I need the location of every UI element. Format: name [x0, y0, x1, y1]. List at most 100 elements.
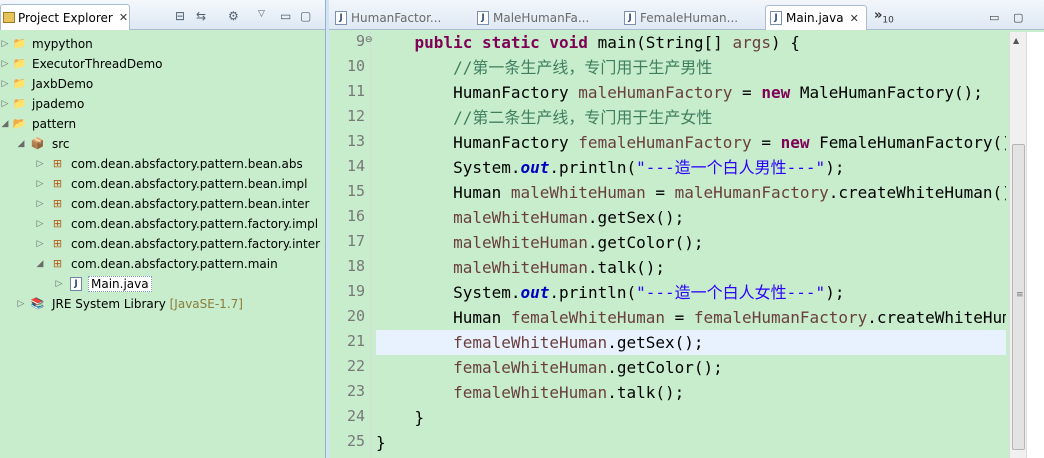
package-icon: ⊞ [52, 257, 63, 270]
maximize-icon[interactable]: ▢ [1013, 11, 1023, 24]
view-menu-icon[interactable]: ▽ [258, 9, 265, 19]
close-icon[interactable]: ✕ [119, 11, 128, 24]
chevron-right-icon[interactable]: ▷ [35, 219, 45, 229]
project-icon: 📁 [12, 37, 27, 50]
maximize-icon[interactable]: ▢ [300, 9, 311, 23]
code-line[interactable]: public static void main(String[] args) { [376, 32, 1006, 55]
project-explorer-tabbar: Project Explorer ✕ ⊟ ⇆ ⚙ ▽ ▭ ▢ [0, 0, 325, 30]
tree-item-mypython[interactable]: ▷ 📁 mypython [0, 34, 325, 54]
code-line[interactable]: HumanFactory femaleHumanFactory = new Fe… [376, 130, 1006, 155]
chevron-right-icon[interactable]: ▷ [0, 79, 10, 89]
tab-overflow-count: 10 [882, 15, 894, 26]
line-number: 16 [346, 207, 365, 225]
code-editor-panel: J HumanFactor... J MaleHumanFa... J Fema… [329, 0, 1044, 458]
code-line[interactable]: Human femaleWhiteHuman = femaleHumanFact… [376, 305, 1006, 330]
line-number: 23 [346, 382, 365, 400]
code-line[interactable]: } [376, 430, 1006, 455]
chevron-down-icon[interactable]: ◢ [35, 259, 45, 269]
code-line[interactable]: Human maleWhiteHuman = maleHumanFactory.… [376, 180, 1006, 205]
project-icon: 📁 [12, 57, 27, 70]
code-line[interactable]: maleWhiteHuman.talk(); [376, 255, 1006, 280]
tree-item-executorthreaddemo[interactable]: ▷ 📁 ExecutorThreadDemo [0, 54, 325, 74]
tree-item-label: com.dean.absfactory.pattern.bean.inter [71, 197, 310, 211]
tree-item-main-java[interactable]: ▷ J Main.java [0, 274, 325, 294]
link-with-editor-icon[interactable]: ⇆ [196, 9, 206, 23]
tree-item-label: com.dean.absfactory.pattern.main [71, 257, 278, 271]
tree-item-label: JaxbDemo [32, 77, 94, 91]
chevron-right-icon[interactable]: ▷ [35, 239, 45, 249]
tree-item-label: com.dean.absfactory.pattern.bean.abs [71, 157, 303, 171]
code-line[interactable]: } [376, 405, 1006, 430]
project-icon: 📂 [12, 117, 27, 130]
tree-item-label: com.dean.absfactory.pattern.bean.impl [71, 177, 308, 191]
close-icon[interactable]: ✕ [850, 12, 859, 25]
code-line[interactable]: System.out.println("---造一个白人男性---"); [376, 155, 1006, 180]
tab-project-explorer-label: Project Explorer [18, 10, 113, 25]
tree-item-label: JRE System Library [JavaSE-1.7] [52, 297, 243, 311]
tree-item-package[interactable]: ◢ ⊞ com.dean.absfactory.pattern.main [0, 254, 325, 274]
vertical-scrollbar[interactable]: ▲ ≡ [1009, 32, 1026, 458]
tree-item-package[interactable]: ▷ ⊞ com.dean.absfactory.pattern.factory.… [0, 234, 325, 254]
tree-item-jre-system-library[interactable]: ▷ 📚 JRE System Library [JavaSE-1.7] [0, 294, 325, 314]
line-number: 18 [346, 257, 365, 275]
code-line[interactable]: //第二条生产线，专门用于生产女性 [376, 105, 1006, 130]
chevron-right-icon[interactable]: ▷ [0, 39, 10, 49]
tree-item-package[interactable]: ▷ ⊞ com.dean.absfactory.pattern.bean.abs [0, 154, 325, 174]
minimize-icon[interactable]: ▭ [280, 9, 291, 23]
tree-item-package[interactable]: ▷ ⊞ com.dean.absfactory.pattern.bean.imp… [0, 174, 325, 194]
tree-item-label: src [52, 137, 70, 151]
tree-item-src[interactable]: ◢ 📦 src [0, 134, 325, 154]
fold-collapse-icon[interactable]: ⊖ [365, 35, 373, 45]
line-number: 24 [346, 407, 365, 425]
current-code-line[interactable]: femaleWhiteHuman.getSex(); [376, 330, 1006, 355]
chevron-down-icon[interactable]: ◢ [16, 139, 26, 149]
package-icon: ⊞ [52, 217, 63, 230]
code-line[interactable]: femaleWhiteHuman.getColor(); [376, 355, 1006, 380]
chevron-right-icon[interactable]: ▷ [35, 179, 45, 189]
tab-project-explorer[interactable]: Project Explorer ✕ [0, 4, 130, 30]
line-number-gutter: 9 ⊖ 10 11 12 13 14 15 16 17 18 19 20 21 22 23 24 25 [329, 32, 373, 458]
tab-overflow-button[interactable]: »10 [874, 8, 894, 26]
scroll-up-icon[interactable]: ▲ [1013, 36, 1019, 45]
collapse-all-icon[interactable]: ⊟ [175, 9, 185, 23]
tree-item-jaxbdemo[interactable]: ▷ 📁 JaxbDemo [0, 74, 325, 94]
code-area[interactable]: public static void main(String[] args) {… [376, 32, 1006, 458]
chevron-right-icon[interactable]: ▷ [0, 99, 10, 109]
library-name: JRE System Library [52, 297, 166, 311]
chevron-right-icon[interactable]: ▷ [35, 199, 45, 209]
tab-humanfactory[interactable]: J HumanFactor... [335, 5, 441, 30]
tab-label: Main.java [786, 11, 844, 25]
scrollbar-thumb[interactable]: ≡ [1012, 144, 1025, 450]
code-line[interactable]: femaleWhiteHuman.talk(); [376, 380, 1006, 405]
minimize-icon[interactable]: ▭ [989, 11, 999, 24]
line-number: 19 [346, 282, 365, 300]
chevron-right-icon[interactable]: ▷ [54, 279, 64, 289]
library-decoration: [JavaSE-1.7] [169, 297, 243, 311]
tree-item-label: com.dean.absfactory.pattern.factory.impl [71, 217, 319, 231]
filter-icon[interactable]: ⚙ [228, 9, 239, 23]
chevron-down-icon[interactable]: ◢ [0, 119, 10, 129]
package-icon: ⊞ [52, 157, 63, 170]
project-icon: 📁 [12, 97, 27, 110]
code-line[interactable]: //第一条生产线，专门用于生产男性 [376, 55, 1006, 80]
chevron-right-icon[interactable]: ▷ [0, 59, 10, 69]
code-line[interactable]: System.out.println("---造一个白人女性---"); [376, 280, 1006, 305]
code-line[interactable]: maleWhiteHuman.getSex(); [376, 205, 1006, 230]
chevron-right-icon[interactable]: ▷ [35, 159, 45, 169]
tab-femalehuman[interactable]: J FemaleHuman... [624, 5, 738, 30]
tab-main-java[interactable]: J Main.java ✕ [765, 5, 867, 30]
chevron-right-icon[interactable]: ▷ [16, 299, 26, 309]
tree-item-package[interactable]: ▷ ⊞ com.dean.absfactory.pattern.bean.int… [0, 194, 325, 214]
tree-item-pattern[interactable]: ◢ 📂 pattern [0, 114, 325, 134]
line-number: 21 [346, 332, 365, 350]
tree-item-jpademo[interactable]: ▷ 📁 jpademo [0, 94, 325, 114]
tab-malehumanfactory[interactable]: J MaleHumanFa... [477, 5, 589, 30]
java-file-icon: J [70, 277, 82, 291]
package-icon: ⊞ [52, 177, 63, 190]
tree-item-package[interactable]: ▷ ⊞ com.dean.absfactory.pattern.factory.… [0, 214, 325, 234]
project-icon: 📁 [12, 77, 27, 90]
java-file-icon: J [335, 10, 347, 25]
project-explorer-panel: Project Explorer ✕ ⊟ ⇆ ⚙ ▽ ▭ ▢ ▷ 📁 mypyt… [0, 0, 326, 458]
code-line[interactable]: HumanFactory maleHumanFactory = new Male… [376, 80, 1006, 105]
code-line[interactable]: maleWhiteHuman.getColor(); [376, 230, 1006, 255]
